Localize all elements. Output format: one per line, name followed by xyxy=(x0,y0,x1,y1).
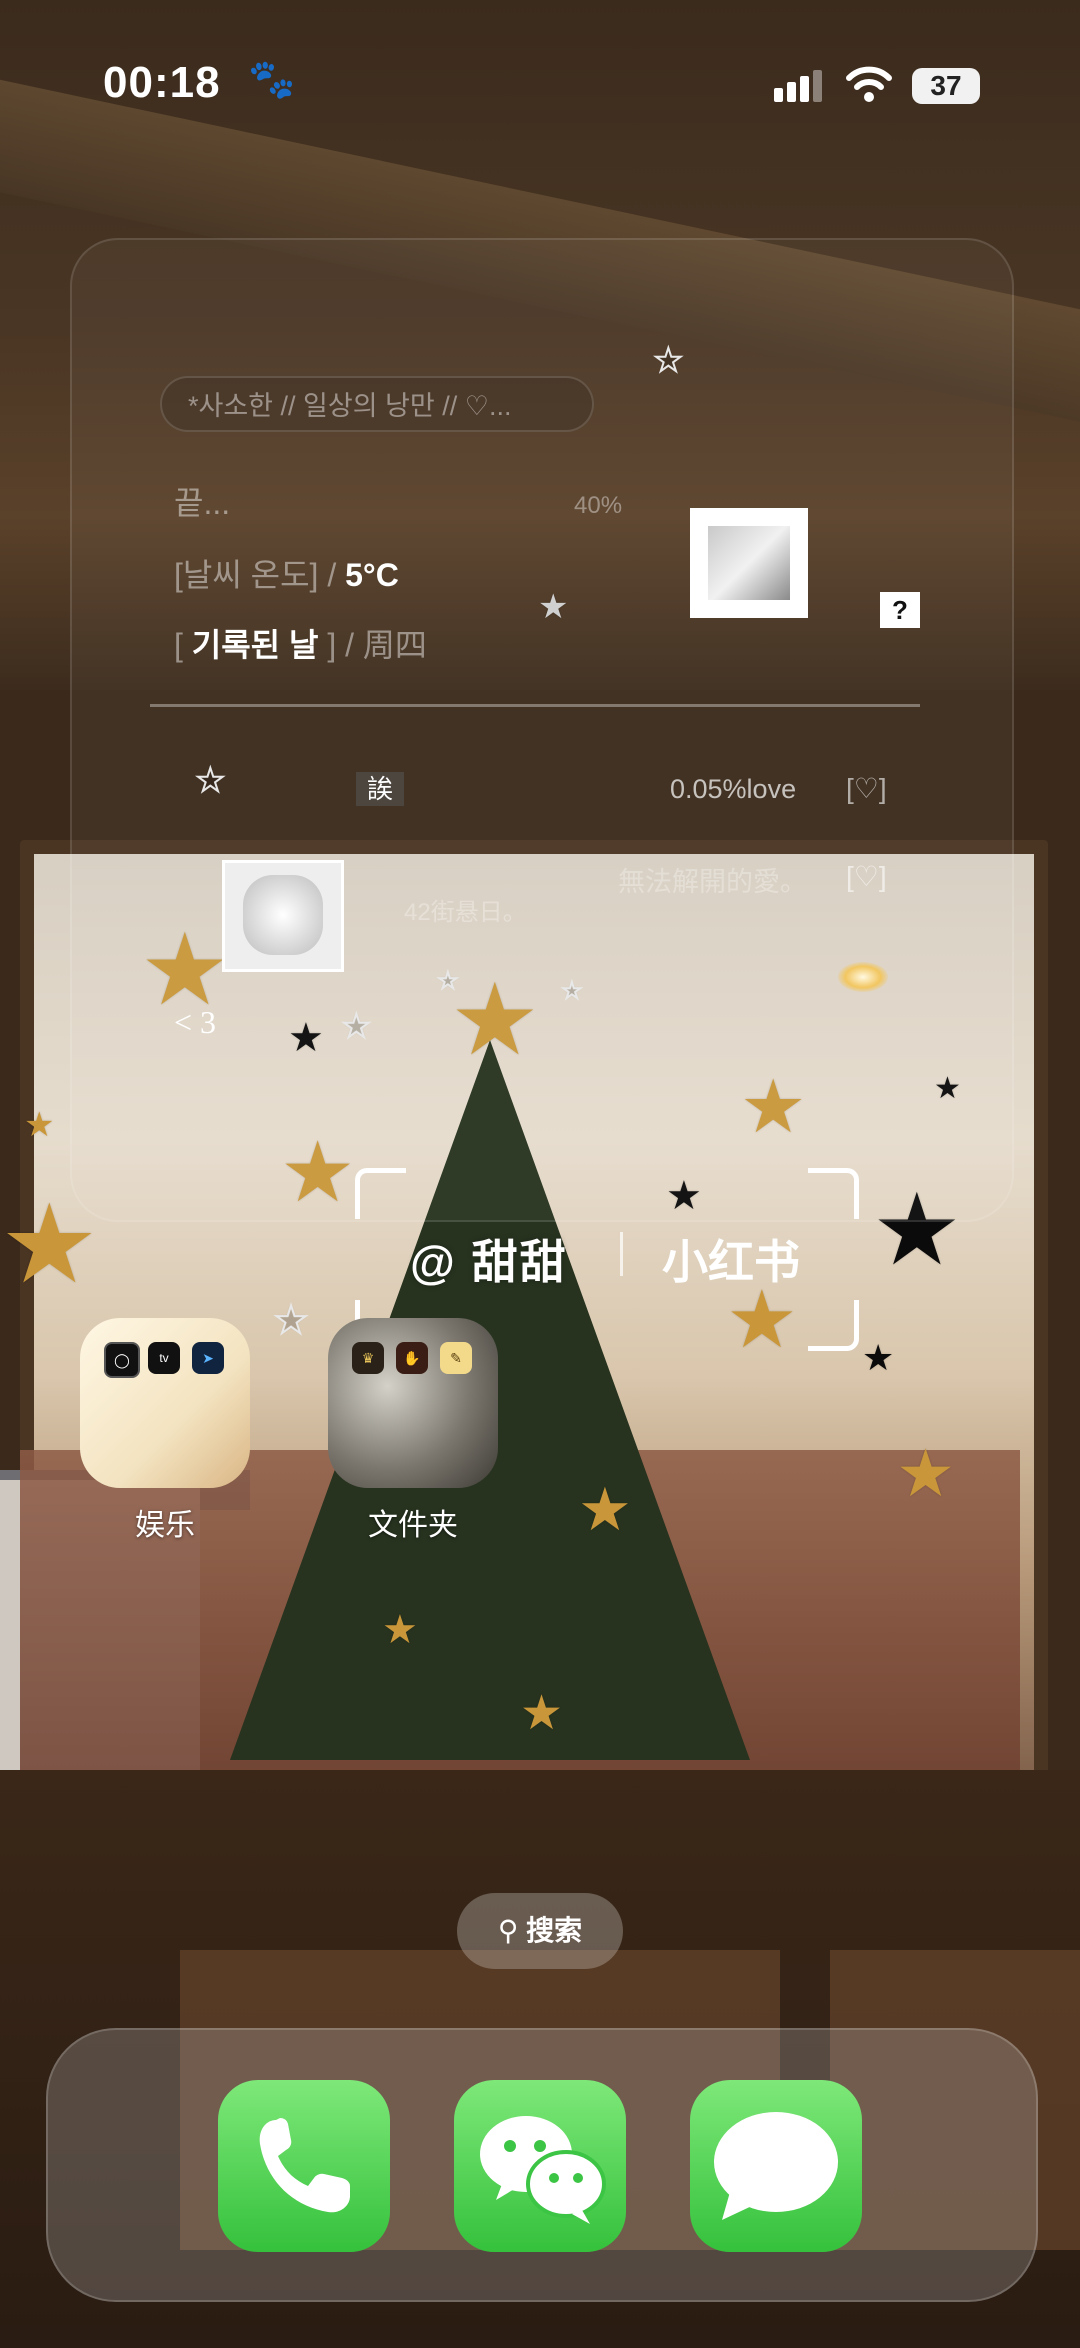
widget-divider xyxy=(150,704,920,707)
search-icon: ⚲ xyxy=(497,1915,527,1946)
folder-files[interactable]: ♛ ✋ ✎ xyxy=(328,1318,498,1488)
wifi-icon xyxy=(846,66,892,102)
status-time: 00:18 xyxy=(103,58,221,107)
polaroid-photo xyxy=(690,508,808,618)
phone-app[interactable] xyxy=(218,2080,390,2252)
widget-weather-row: [날씨 온도] / 5°C xyxy=(174,550,399,596)
widget-date-row: [ 기록된 날 ] / 周四 xyxy=(174,620,427,666)
star-decoration: ★ xyxy=(382,1608,418,1652)
signal-icon xyxy=(774,70,822,102)
apple-tv-icon: tv xyxy=(148,1342,180,1374)
chinese-phrase: 無法解開的愛。 xyxy=(618,867,807,897)
date-separator: / xyxy=(336,627,363,663)
watermark-handle: @ 甜甜 xyxy=(410,1236,568,1288)
date-bracket-close: ] xyxy=(318,627,337,663)
star-decoration: ★ xyxy=(726,1275,798,1364)
watermark-corner xyxy=(355,1168,406,1219)
heart-emoticon-text: < 3 xyxy=(174,1004,217,1040)
spotlight-search-button[interactable]: ⚲ 搜索 xyxy=(457,1893,623,1969)
phone-icon xyxy=(259,2118,350,2213)
watermark-site: 小红书 xyxy=(662,1236,800,1288)
heart-bracket-icon: [♡] xyxy=(846,773,887,804)
weather-separator: / xyxy=(318,557,346,593)
star-decoration: ★ xyxy=(862,1337,895,1378)
watermark-separator xyxy=(620,1232,623,1276)
battery-icon: 37 xyxy=(912,68,980,104)
date-value: 周四 xyxy=(362,627,427,663)
note-app-icon: ✎ xyxy=(440,1342,472,1374)
weather-label: [날씨 온도] xyxy=(174,557,319,593)
nail-app-icon: ✋ xyxy=(396,1342,428,1374)
wechat-app[interactable] xyxy=(454,2080,626,2252)
weather-value: 5°C xyxy=(345,557,399,593)
paw-icon: 🐾 xyxy=(248,59,296,101)
cloud-character-icon xyxy=(243,875,323,955)
crown-app-icon: ♛ xyxy=(352,1342,384,1374)
folder-label-entertainment: 娱乐 xyxy=(135,1509,195,1542)
widget-end-text: 끝... xyxy=(174,485,231,521)
love-text: 0.05%love xyxy=(670,774,797,804)
cloud-sticker xyxy=(222,860,344,972)
photo-image xyxy=(708,526,790,600)
infuse-icon: ➤ xyxy=(192,1342,224,1374)
star-decoration: ★ xyxy=(578,1476,632,1543)
date-bracket-open: [ xyxy=(174,627,192,663)
heart-bracket-icon: [♡] xyxy=(846,861,887,892)
star-outline-decoration: ★ xyxy=(273,1300,309,1342)
star-decoration: ★ xyxy=(896,1436,956,1510)
question-mark-box: ? xyxy=(880,592,920,628)
wechat-icon xyxy=(480,2116,606,2224)
folder-label-files: 文件夹 xyxy=(368,1509,458,1542)
star-decoration: ★ xyxy=(24,1106,55,1144)
date-label: 기록된 날 xyxy=(191,627,319,663)
search-label: 搜索 xyxy=(526,1915,583,1946)
star-decoration: ★ xyxy=(520,1687,564,1740)
widget-percent: 40% xyxy=(574,492,623,519)
street-text: 42街悬日。 xyxy=(404,899,527,926)
kanji-tag: 誒 xyxy=(356,772,404,806)
circle-app-icon: ◯ xyxy=(104,1342,140,1378)
watermark-corner xyxy=(808,1300,859,1351)
messages-icon xyxy=(714,2112,838,2220)
watermark-corner xyxy=(808,1168,859,1219)
widget-caption-pill: *사소한 // 일상의 낭만 // ♡... xyxy=(160,376,594,432)
folder-entertainment[interactable]: ◯ tv ➤ xyxy=(80,1318,250,1488)
messages-app[interactable] xyxy=(690,2080,862,2252)
